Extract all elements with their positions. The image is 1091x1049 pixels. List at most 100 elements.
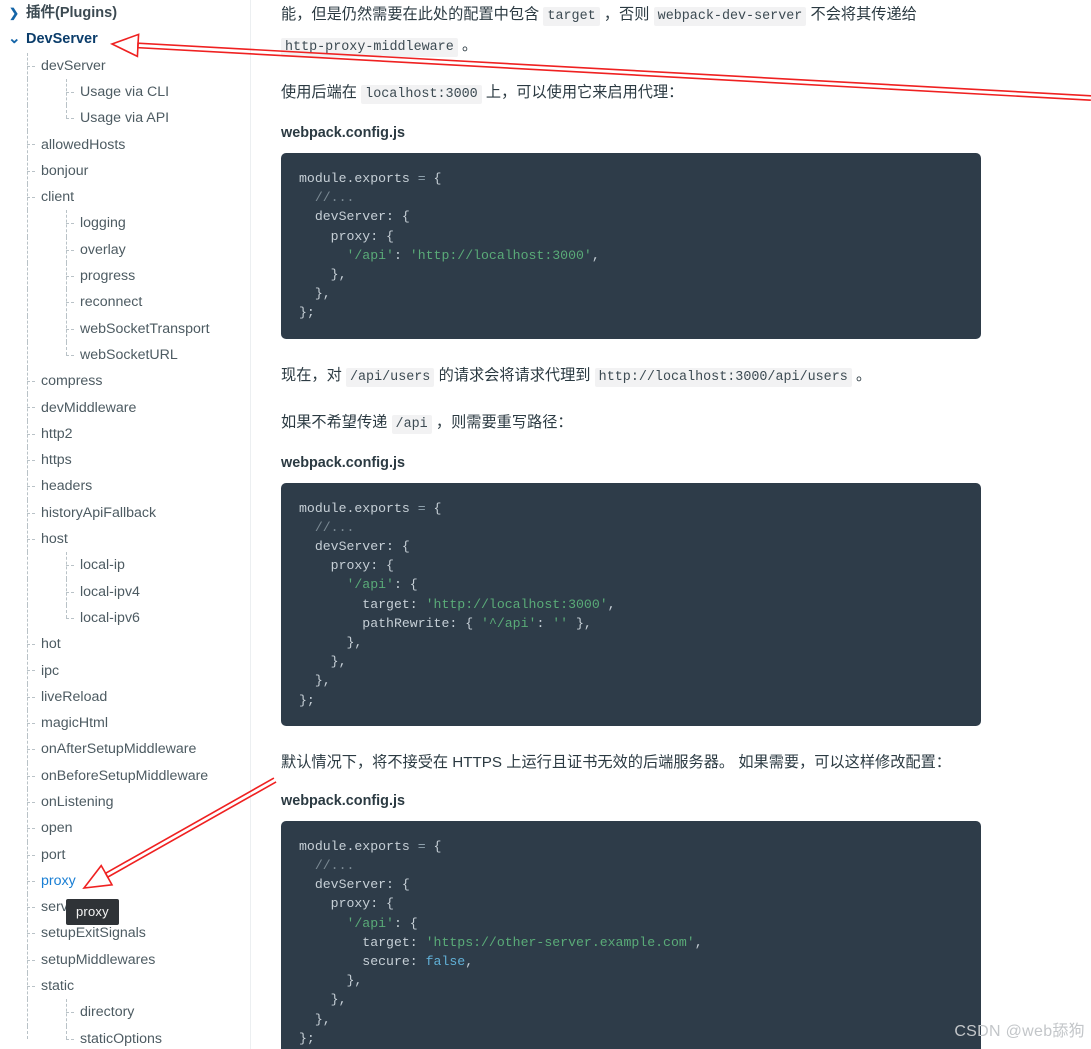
chevron-right-icon[interactable]: ❯ [8,0,20,26]
sidebar-item-staticoptions[interactable]: staticOptions [0,1025,250,1049]
sidebar-item-local-ipv4[interactable]: local-ipv4 [0,578,250,605]
tree-guide-line [27,1025,28,1039]
tree-guide-line [27,236,28,263]
sidebar-item-compress[interactable]: compress [0,368,250,395]
tree-guide-line [27,552,28,579]
sidebar-item-devserver[interactable]: devServer [0,52,250,79]
code-token: target: [299,596,426,612]
sidebar-item-overlay[interactable]: overlay [0,236,250,263]
sidebar-item-usage-via-api[interactable]: Usage via API [0,105,250,132]
sidebar-item-ipc[interactable]: ipc [0,657,250,684]
sidebar-item-allowedhosts[interactable]: allowedHosts [0,131,250,158]
sidebar-item-label: progress [80,268,136,285]
tree-tick [27,880,35,882]
code-token: }; [299,1030,315,1046]
sidebar-item-http2[interactable]: http2 [0,420,250,448]
sidebar-item--plugins-[interactable]: ❯ 插件(Plugins) [0,0,250,26]
sidebar-item-proxy[interactable]: proxy [0,867,250,895]
sidebar-item-label: static [41,978,75,995]
sidebar-item-onaftersetupmiddleware[interactable]: onAfterSetupMiddleware [0,736,250,763]
sidebar-item-label: reconnect [80,294,143,311]
sidebar-item-label: devServer [41,57,106,74]
sidebar-item-label: Usage via CLI [80,83,170,100]
code-token: : [536,615,553,631]
sidebar-item-label: compress [41,373,103,390]
sidebar-item-setupmiddlewares[interactable]: setupMiddlewares [0,946,250,973]
code-filename-label-1: webpack.config.js [281,125,405,141]
sidebar-item-setupexitsignals[interactable]: setupExitSignals [0,920,250,947]
sidebar-item-host[interactable]: host [0,525,250,553]
sidebar-item-label: onListening [41,794,114,810]
sidebar-item-devserver[interactable]: ⌄ DevServer [0,26,250,52]
sidebar-item-local-ip[interactable]: local-ip [0,552,250,579]
sidebar-item-label: allowedHosts [41,136,126,153]
tree-tick [66,91,74,93]
sidebar-item-server[interactable]: server [0,894,250,921]
code-token: pathRewrite: { [299,615,482,631]
code-token: }, [299,635,363,651]
sidebar-item-client[interactable]: client [0,184,250,211]
tree-tick [27,696,35,698]
code-token: //... [299,519,355,535]
sidebar-item-devmiddleware[interactable]: devMiddleware [0,394,250,421]
sidebar-item-label: ipc [41,662,60,679]
tree-guide-line [66,1025,67,1039]
tree-tick [27,828,35,830]
tree-tick [66,302,74,304]
paragraph-rewrite-path: 如果不希望传递 /api ，则需要重写路径： [281,408,981,439]
sidebar-item-label: client [41,189,75,206]
tree-tick [66,223,74,225]
sidebar-item-local-ipv6[interactable]: local-ipv6 [0,604,250,632]
sidebar-item-websocketurl[interactable]: webSocketURL [0,341,250,369]
sidebar-item-livereload[interactable]: liveReload [0,683,250,711]
code-token: }, [299,973,363,989]
sidebar-item-open[interactable]: open [0,815,250,842]
code-token: module.exports [299,500,418,516]
chevron-down-icon[interactable]: ⌄ [8,26,21,52]
tree-tick [27,512,35,514]
sidebar-item-label: magicHtml [41,715,109,732]
code-token: }, [299,1011,331,1027]
doc-sidebar[interactable]: ❯ 插件(Plugins) ⌄ DevServer devServer Usage via… [0,0,251,1049]
paragraph-enable-proxy: 使用后端在 localhost:3000 上，可以使用它来启用代理： [281,78,981,109]
sidebar-item-bonjour[interactable]: bonjour [0,157,250,185]
code-token: = [417,171,426,186]
sidebar-item-historyapifallback[interactable]: historyApiFallback [0,499,250,526]
tree-tick [27,538,35,540]
code-token: , [694,934,703,950]
sidebar-item-static[interactable]: static [0,972,250,1000]
tree-guide-line [27,604,28,632]
sidebar-item-onbeforesetupmiddleware[interactable]: onBeforeSetupMiddleware [0,762,250,789]
code-token: : { [393,577,418,593]
sidebar-item-magichtml[interactable]: magicHtml [0,710,250,737]
sidebar-item-headers[interactable]: headers [0,473,250,500]
doc-article: 能，但是仍然需要在此处的配置中包含 target ，否则 webpack-dev… [251,0,1081,1049]
tree-guide-line [66,105,67,119]
sidebar-item-onlistening[interactable]: onListening [0,788,250,816]
sidebar-item-logging[interactable]: logging [0,210,250,237]
code-token: = [417,838,426,854]
sidebar-item-port[interactable]: port [0,841,250,868]
code-token: '' [552,615,569,631]
sidebar-item-label: proxy [41,872,76,889]
sidebar-item-label: webSocketURL [80,346,178,363]
sidebar-item-directory[interactable]: directory [0,999,250,1026]
code-token: { [425,500,442,516]
sidebar-item-reconnect[interactable]: reconnect [0,289,250,316]
code-token: //... [299,858,355,874]
code-token: //... [299,190,355,206]
code-token: module.exports [299,171,418,186]
paragraph-now-request: 现在，对 /api/users 的请求会将请求代理到 http://localh… [281,361,981,392]
sidebar-item-websockettransport[interactable]: webSocketTransport [0,315,250,342]
sidebar-item-label: port [41,846,66,863]
inline-code: /api [391,414,432,434]
sidebar-item-progress[interactable]: progress [0,262,250,290]
code-token: 'http://localhost:3000' [409,247,592,263]
code-token: }, [299,673,331,689]
sidebar-item-hot[interactable]: hot [0,631,250,658]
tree-tick [27,749,35,751]
sidebar-item-https[interactable]: https [0,447,250,474]
tree-guide-line [27,315,28,342]
tree-tick [66,591,74,593]
sidebar-item-usage-via-cli[interactable]: Usage via CLI [0,78,250,106]
